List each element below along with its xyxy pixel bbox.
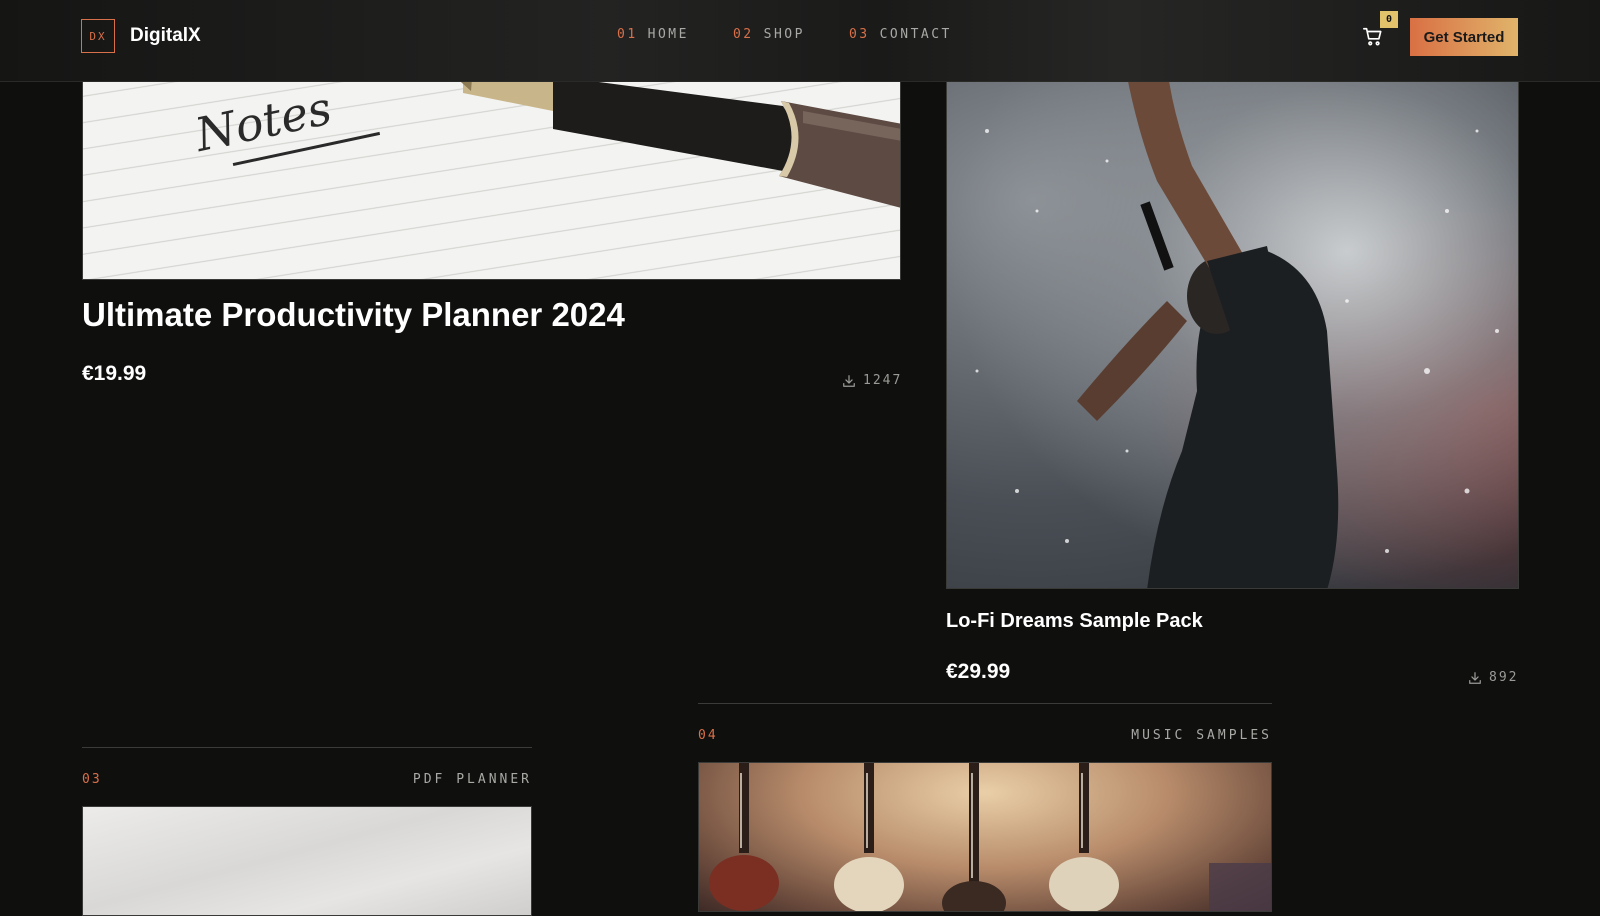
- product-price-planner: €19.99: [82, 362, 147, 385]
- nav-contact-number: 03: [848, 27, 870, 42]
- nav-home-number: 01: [617, 27, 638, 42]
- download-count-value: 892: [1489, 670, 1519, 685]
- notes-handwriting: Notes: [190, 81, 336, 163]
- nav-contact-label: CONTACT: [879, 27, 952, 42]
- download-count-planner: 1247: [842, 373, 902, 388]
- performer-illustration: [975, 71, 1499, 588]
- nav-shop-number: 02: [732, 27, 754, 42]
- download-count-value: 1247: [863, 373, 903, 388]
- main-nav: 01 HOME 02 SHOP 03 CONTACT: [617, 27, 952, 42]
- nav-shop-label: SHOP: [763, 27, 805, 42]
- cart-icon: [1363, 27, 1382, 46]
- card-category: MUSIC SAMPLES: [1131, 728, 1272, 743]
- download-icon: [1469, 671, 1481, 684]
- product-title-lofi[interactable]: Lo-Fi Dreams Sample Pack: [946, 610, 1203, 633]
- pen-and-notes-illustration: Notes: [190, 71, 900, 208]
- card-number: 04: [698, 728, 718, 743]
- get-started-button[interactable]: Get Started: [1410, 18, 1518, 56]
- product-price-lofi: €29.99: [946, 660, 1011, 683]
- site-header: DX DigitalX 01 HOME 02 SHOP 03 CONTACT 0 Ge…: [0, 0, 1600, 82]
- download-icon: [843, 374, 855, 387]
- card-divider: [82, 747, 532, 748]
- logo-mark[interactable]: DX: [81, 19, 115, 53]
- product-image-music-samples[interactable]: [698, 762, 1272, 912]
- guitars-illustration: [709, 763, 1271, 911]
- card-divider: [698, 703, 1272, 704]
- download-count-lofi: 892: [1468, 670, 1518, 685]
- nav-home[interactable]: 01 HOME: [617, 27, 689, 42]
- brand-name[interactable]: DigitalX: [130, 25, 201, 47]
- product-image-planner[interactable]: Notes: [82, 70, 901, 280]
- card-number: 03: [82, 772, 102, 787]
- nav-home-label: HOME: [647, 27, 689, 42]
- product-image-lofi[interactable]: [946, 70, 1519, 589]
- cart-count-badge: 0: [1380, 11, 1398, 28]
- cart-button[interactable]: [1362, 26, 1384, 48]
- nav-shop[interactable]: 02 SHOP: [733, 27, 805, 42]
- nav-contact[interactable]: 03 CONTACT: [849, 27, 952, 42]
- product-title-planner[interactable]: Ultimate Productivity Planner 2024: [82, 296, 625, 334]
- card-category: PDF PLANNER: [412, 772, 532, 787]
